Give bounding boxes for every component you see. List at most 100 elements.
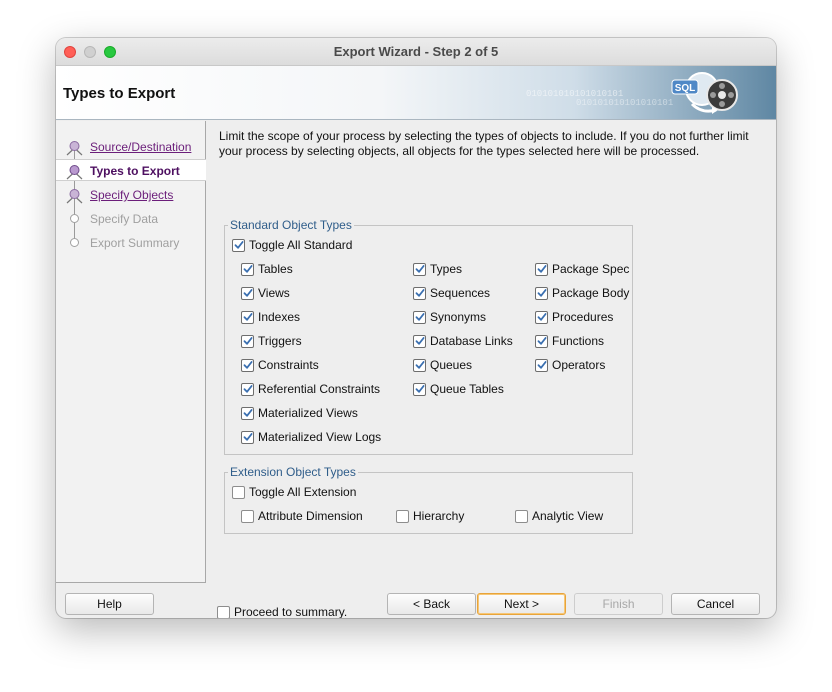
database-links-checkbox[interactable]: Database Links xyxy=(413,332,513,350)
queue-tables-checkbox[interactable]: Queue Tables xyxy=(413,380,504,398)
analytic-view-checkbox[interactable]: Analytic View xyxy=(515,507,603,525)
current-step-icon xyxy=(66,165,83,180)
nav-step-types-to-export[interactable]: Types to Export xyxy=(56,159,206,181)
toggle-all-extension-checkbox[interactable]: Toggle All Extension xyxy=(232,483,356,501)
checkbox-unchecked-icon[interactable] xyxy=(217,605,230,618)
checkbox-checked-icon[interactable] xyxy=(535,262,548,276)
wizard-banner: Types to Export 010101010101010101 01010… xyxy=(56,66,776,120)
checkbox-label: Queues xyxy=(430,358,473,372)
checkbox-checked-icon[interactable] xyxy=(413,358,426,372)
checkbox-unchecked-icon[interactable] xyxy=(515,509,528,523)
disabled-step-icon xyxy=(70,214,79,223)
export-wizard-window: Export Wizard - Step 2 of 5 Types to Exp… xyxy=(56,38,776,618)
procedures-checkbox[interactable]: Procedures xyxy=(535,308,613,326)
attribute-dimension-checkbox[interactable]: Attribute Dimension xyxy=(241,507,363,525)
checkbox-checked-icon[interactable] xyxy=(241,358,254,372)
nav-step-label[interactable]: Source/Destination xyxy=(90,140,191,154)
materialized-views-checkbox[interactable]: Materialized Views xyxy=(241,404,358,422)
proceed-to-summary-checkbox[interactable]: Proceed to summary. xyxy=(217,603,347,618)
checkbox-label: Materialized View Logs xyxy=(258,430,382,444)
sequences-checkbox[interactable]: Sequences xyxy=(413,284,490,302)
checkbox-checked-icon[interactable] xyxy=(241,286,254,300)
completed-step-icon xyxy=(66,141,83,156)
checkbox-unchecked-icon[interactable] xyxy=(232,485,245,499)
checkbox-label: Proceed to summary. xyxy=(234,605,348,618)
constraints-checkbox[interactable]: Constraints xyxy=(241,356,319,374)
checkbox-label: Synonyms xyxy=(430,310,487,324)
checkbox-label: Toggle All Extension xyxy=(249,485,357,499)
page-title: Types to Export xyxy=(63,85,176,102)
help-button[interactable]: Help xyxy=(65,593,154,615)
wizard-steps-nav: Source/Destination Types to Export Speci… xyxy=(56,121,206,583)
queues-checkbox[interactable]: Queues xyxy=(413,356,472,374)
back-button[interactable]: < Back xyxy=(387,593,476,615)
nav-step-specify-objects[interactable]: Specify Objects xyxy=(56,184,206,206)
checkbox-checked-icon[interactable] xyxy=(413,310,426,324)
checkbox-label: Package Body xyxy=(552,286,630,300)
checkbox-checked-icon[interactable] xyxy=(413,382,426,396)
next-button[interactable]: Next > xyxy=(477,593,566,615)
checkbox-checked-icon[interactable] xyxy=(413,334,426,348)
cancel-button[interactable]: Cancel xyxy=(671,593,760,615)
checkbox-label: Analytic View xyxy=(532,509,604,523)
checkbox-label: Attribute Dimension xyxy=(258,509,363,523)
banner-binary-text-2: 010101010101010101 xyxy=(576,98,673,108)
wizard-content: Limit the scope of your process by selec… xyxy=(207,121,776,618)
materialized-view-logs-checkbox[interactable]: Materialized View Logs xyxy=(241,428,381,446)
functions-checkbox[interactable]: Functions xyxy=(535,332,604,350)
views-checkbox[interactable]: Views xyxy=(241,284,290,302)
hierarchy-checkbox[interactable]: Hierarchy xyxy=(396,507,464,525)
package-spec-checkbox[interactable]: Package Spec xyxy=(535,260,629,278)
indexes-checkbox[interactable]: Indexes xyxy=(241,308,300,326)
checkbox-checked-icon[interactable] xyxy=(413,262,426,276)
sql-badge-text: SQL xyxy=(675,83,696,94)
group-legend: Extension Object Types xyxy=(230,465,356,479)
nav-step-label[interactable]: Specify Objects xyxy=(90,188,173,202)
title-bar: Export Wizard - Step 2 of 5 xyxy=(56,38,776,66)
nav-step-specify-data: Specify Data xyxy=(56,208,206,230)
checkbox-label: Queue Tables xyxy=(430,382,504,396)
nav-step-export-summary: Export Summary xyxy=(56,232,206,254)
package-body-checkbox[interactable]: Package Body xyxy=(535,284,629,302)
checkbox-checked-icon[interactable] xyxy=(535,358,548,372)
sql-developer-export-icon: 010101010101010101 010101010101010101 SQ… xyxy=(526,72,738,114)
checkbox-checked-icon[interactable] xyxy=(535,286,548,300)
checkbox-label: Views xyxy=(258,286,290,300)
triggers-checkbox[interactable]: Triggers xyxy=(241,332,302,350)
checkbox-checked-icon[interactable] xyxy=(241,430,254,444)
operators-checkbox[interactable]: Operators xyxy=(535,356,605,374)
checkbox-label: Indexes xyxy=(258,310,301,324)
checkbox-checked-icon[interactable] xyxy=(241,262,254,276)
checkbox-checked-icon[interactable] xyxy=(241,310,254,324)
checkbox-checked-icon[interactable] xyxy=(241,334,254,348)
checkbox-label: Types xyxy=(430,262,463,276)
referential-constraints-checkbox[interactable]: Referential Constraints xyxy=(241,380,380,398)
checkbox-label: Hierarchy xyxy=(413,509,465,523)
checkbox-checked-icon[interactable] xyxy=(535,334,548,348)
window-title: Export Wizard - Step 2 of 5 xyxy=(333,44,499,59)
checkbox-checked-icon[interactable] xyxy=(241,382,254,396)
checkbox-label: Database Links xyxy=(430,334,513,348)
step-description: Limit the scope of your process by selec… xyxy=(219,129,749,158)
nav-step-source-destination[interactable]: Source/Destination xyxy=(56,136,206,158)
toggle-all-standard-checkbox[interactable]: Toggle All Standard xyxy=(232,236,352,254)
types-checkbox[interactable]: Types xyxy=(413,260,462,278)
checkbox-label: Referential Constraints xyxy=(258,382,381,396)
checkbox-label: Functions xyxy=(552,334,605,348)
nav-step-label: Types to Export xyxy=(90,164,180,178)
checkbox-checked-icon[interactable] xyxy=(241,406,254,420)
checkbox-label: Package Spec xyxy=(552,262,630,276)
checkbox-label: Toggle All Standard xyxy=(249,238,353,252)
nav-step-label: Export Summary xyxy=(90,236,180,250)
checkbox-checked-icon[interactable] xyxy=(535,310,548,324)
checkbox-label: Operators xyxy=(552,358,606,372)
checkbox-label: Tables xyxy=(258,262,293,276)
synonyms-checkbox[interactable]: Synonyms xyxy=(413,308,486,326)
checkbox-label: Triggers xyxy=(258,334,302,348)
checkbox-unchecked-icon[interactable] xyxy=(241,509,254,523)
checkbox-unchecked-icon[interactable] xyxy=(396,509,409,523)
nav-step-label: Specify Data xyxy=(90,212,159,226)
checkbox-checked-icon[interactable] xyxy=(232,238,245,252)
checkbox-checked-icon[interactable] xyxy=(413,286,426,300)
tables-checkbox[interactable]: Tables xyxy=(241,260,293,278)
